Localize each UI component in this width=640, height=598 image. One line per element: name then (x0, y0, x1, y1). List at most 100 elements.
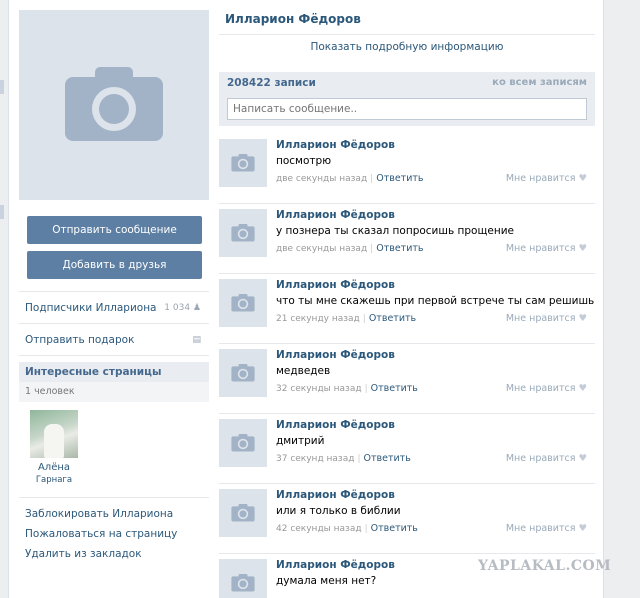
like-button[interactable]: Мне нравится ♥ (506, 313, 587, 324)
post-text: или я только в библии (276, 505, 401, 517)
like-button[interactable]: Мне нравится ♥ (506, 243, 587, 254)
edge-tab (0, 205, 4, 219)
followers-count: 1 034 ♟ (164, 303, 201, 313)
heart-icon: ♥ (578, 523, 587, 534)
page-title: Илларион Фёдоров (225, 12, 361, 26)
post-author[interactable]: Илларион Фёдоров (276, 209, 395, 221)
like-label: Мне нравится (505, 523, 576, 534)
post-author[interactable]: Илларион Фёдоров (276, 419, 395, 431)
post-time[interactable]: 32 секунды назад (276, 384, 362, 394)
post-text: медведев (276, 365, 331, 377)
wall-posts: Илларион Фёдоров посмотрю две секунды наза… (219, 134, 595, 598)
post-time[interactable]: 21 секунду назад (276, 314, 360, 324)
post-time[interactable]: две секунды назад (276, 174, 367, 184)
wall-post: Илларион Фёдоров у познера ты сказал попр… (219, 204, 595, 274)
profile-actions: Заблокировать Иллариона Пожаловаться на … (19, 504, 209, 564)
like-button[interactable]: Мне нравится ♥ (506, 383, 587, 394)
profile-page: Отправить сообщение Добавить в друзья По… (8, 0, 604, 598)
like-label: Мне нравится (505, 383, 576, 394)
like-label: Мне нравится (505, 243, 576, 254)
like-label: Мне нравится (505, 173, 576, 184)
reply-link[interactable]: Ответить (364, 453, 411, 464)
post-author[interactable]: Илларион Фёдоров (276, 559, 395, 571)
camera-icon (231, 434, 255, 452)
post-time[interactable]: 37 секунд назад (276, 454, 354, 464)
interesting-page-photo[interactable] (30, 410, 78, 458)
post-text: у познера ты сказал попросишь прощение (276, 225, 514, 237)
wall-post-input[interactable] (227, 98, 587, 120)
remove-bookmark-link[interactable]: Удалить из закладок (19, 544, 209, 564)
add-friend-button[interactable]: Добавить в друзья (27, 251, 202, 279)
camera-icon (65, 67, 163, 141)
interesting-page-city: Гарнага (35, 475, 73, 485)
heart-icon: ♥ (578, 453, 587, 464)
wall-post: Илларион Фёдоров медведев 32 секунды назад… (219, 344, 595, 414)
wall-composer (219, 94, 595, 126)
post-text: думала меня нет? (276, 575, 377, 587)
block-user-link[interactable]: Заблокировать Иллариона (19, 504, 209, 524)
followers-link[interactable]: Подписчики Иллариона 1 034 ♟ (19, 292, 209, 324)
post-text: посмотрю (276, 155, 332, 167)
post-author[interactable]: Илларион Фёдоров (276, 139, 395, 151)
post-time[interactable]: две секунды назад (276, 244, 367, 254)
interesting-pages-count: 1 человек (19, 382, 209, 402)
wall-post: Илларион Фёдоров или я только в библии 42 … (219, 484, 595, 554)
post-avatar[interactable] (219, 209, 267, 257)
all-posts-link[interactable]: ко всем записям (492, 72, 587, 94)
camera-icon (231, 294, 255, 312)
reply-link[interactable]: Ответить (369, 313, 416, 324)
camera-icon (231, 224, 255, 242)
reply-link[interactable]: Ответить (371, 383, 418, 394)
post-meta: 42 секунды назад | Ответить (276, 523, 418, 534)
post-text: что ты мне скажешь при первой встрече ты… (276, 295, 595, 307)
post-avatar[interactable] (219, 559, 267, 598)
reply-link[interactable]: Ответить (371, 523, 418, 534)
wall-post: Илларион Фёдоров посмотрю две секунды наза… (219, 134, 595, 204)
profile-avatar[interactable] (19, 10, 209, 200)
reply-link[interactable]: Ответить (376, 173, 423, 184)
like-label: Мне нравится (505, 313, 576, 324)
post-meta: 32 секунды назад | Ответить (276, 383, 418, 394)
like-button[interactable]: Мне нравится ♥ (506, 523, 587, 534)
gift-label: Отправить подарок (25, 334, 135, 346)
like-button[interactable]: Мне нравится ♥ (506, 173, 587, 184)
post-author[interactable]: Илларион Фёдоров (276, 349, 395, 361)
edge-tab (0, 80, 4, 94)
camera-icon (231, 504, 255, 522)
post-avatar[interactable] (219, 279, 267, 327)
post-avatar[interactable] (219, 419, 267, 467)
watermark: YAPLAKAL.COM (478, 558, 612, 574)
send-gift-link[interactable]: Отправить подарок ▤ (19, 324, 209, 356)
followers-label: Подписчики Иллариона (25, 302, 157, 314)
post-meta: две секунды назад | Ответить (276, 173, 424, 184)
like-label: Мне нравится (505, 453, 576, 464)
like-button[interactable]: Мне нравится ♥ (506, 453, 587, 464)
reply-link[interactable]: Ответить (376, 243, 423, 254)
wall-post-count[interactable]: 208422 записи (227, 72, 316, 94)
heart-icon: ♥ (578, 313, 587, 324)
heart-icon: ♥ (578, 173, 587, 184)
wall-post: Илларион Фёдоров дмитрий 37 секунд назад | О… (219, 414, 595, 484)
wall-header: 208422 записи ко всем записям (219, 72, 595, 94)
post-author[interactable]: Илларион Фёдоров (276, 489, 395, 501)
post-meta: 21 секунду назад | Ответить (276, 313, 417, 324)
interesting-pages-header[interactable]: Интересные страницы (19, 362, 209, 382)
post-author[interactable]: Илларион Фёдоров (276, 279, 395, 291)
report-page-link[interactable]: Пожаловаться на страницу (19, 524, 209, 544)
show-details-link[interactable]: Показать подробную информацию (219, 34, 595, 68)
post-meta: две секунды назад | Ответить (276, 243, 424, 254)
camera-icon (231, 154, 255, 172)
send-message-button[interactable]: Отправить сообщение (27, 216, 202, 244)
post-time[interactable]: 42 секунды назад (276, 524, 362, 534)
post-avatar[interactable] (219, 139, 267, 187)
post-avatar[interactable] (219, 349, 267, 397)
heart-icon: ♥ (578, 383, 587, 394)
camera-icon (231, 574, 255, 592)
gift-icon: ▤ (192, 335, 201, 345)
interesting-page-item[interactable]: Алёна Гарнага (24, 410, 84, 485)
heart-icon: ♥ (578, 243, 587, 254)
post-meta: 37 секунд назад | Ответить (276, 453, 411, 464)
wall-post: Илларион Фёдоров что ты мне скажешь при п… (219, 274, 595, 344)
interesting-page-name[interactable]: Алёна (24, 462, 84, 473)
post-avatar[interactable] (219, 489, 267, 537)
